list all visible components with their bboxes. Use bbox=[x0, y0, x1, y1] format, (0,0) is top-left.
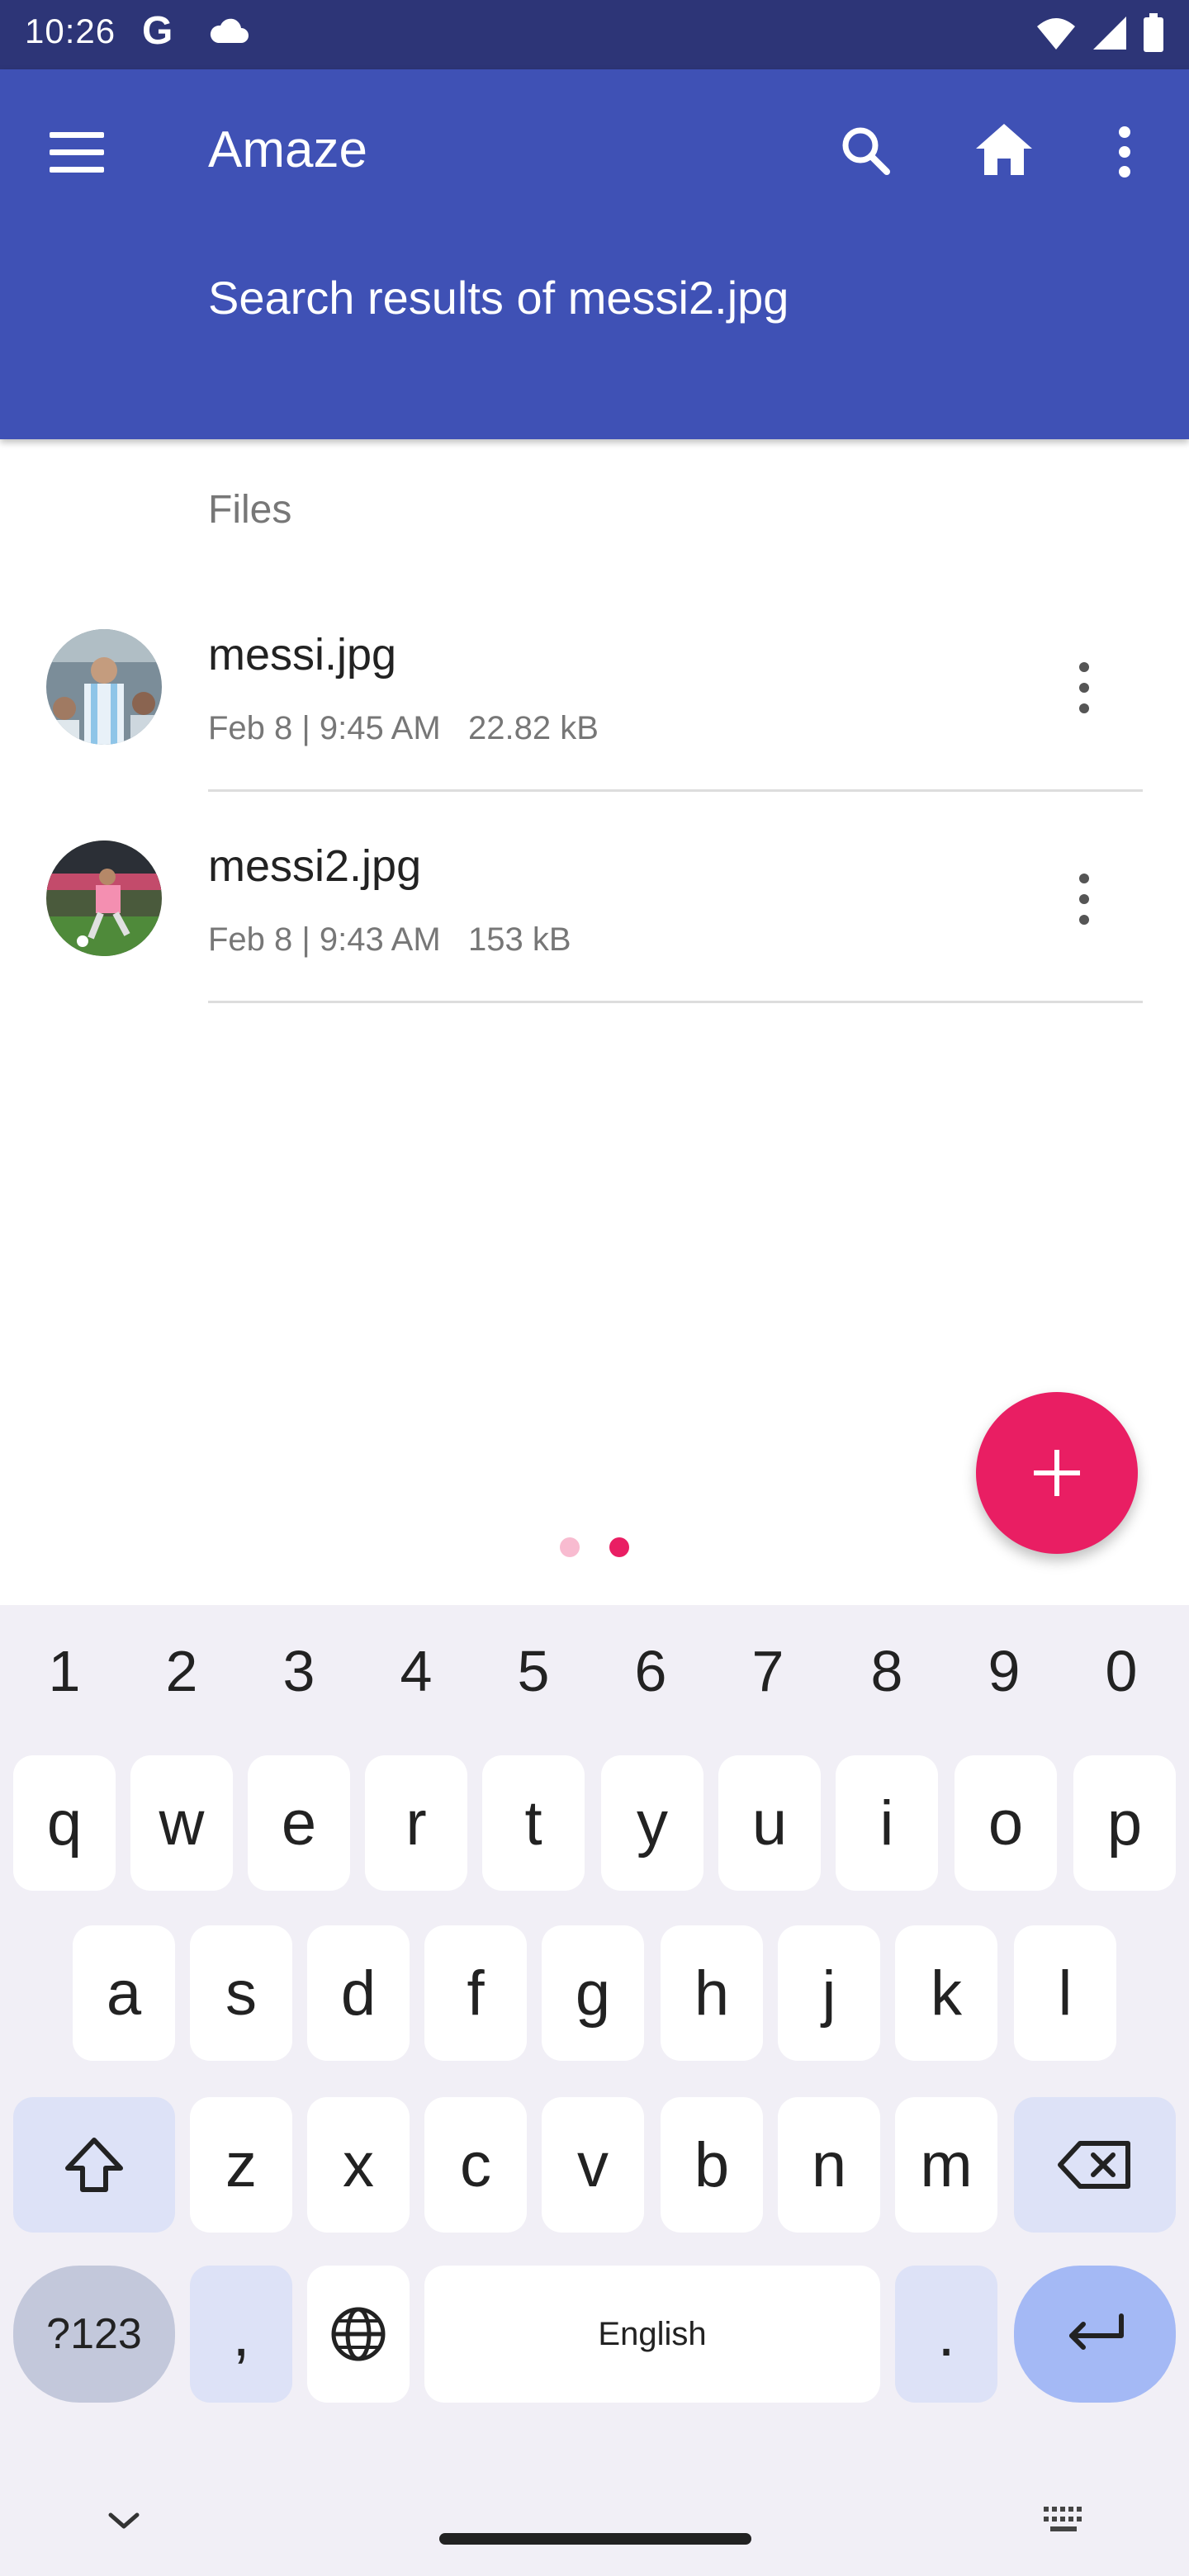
key-2[interactable]: 2 bbox=[140, 1638, 223, 1704]
file-thumbnail bbox=[46, 841, 162, 956]
menu-icon[interactable] bbox=[50, 132, 107, 182]
cloud-icon bbox=[210, 18, 249, 43]
key-b[interactable]: b bbox=[661, 2097, 763, 2233]
number-row: 1 2 3 4 5 6 7 8 9 0 bbox=[0, 1638, 1189, 1704]
backspace-key[interactable] bbox=[1014, 2097, 1176, 2233]
divider bbox=[208, 1001, 1143, 1003]
search-results-title: Search results of messi2.jpg bbox=[208, 272, 789, 324]
page-indicator-dot-active bbox=[609, 1537, 629, 1557]
key-f[interactable]: f bbox=[424, 1925, 527, 2061]
file-date: Feb 8 | 9:43 AM bbox=[208, 921, 441, 958]
enter-icon bbox=[1069, 2313, 1124, 2350]
comma-key[interactable]: , bbox=[190, 2266, 292, 2403]
file-name: messi.jpg bbox=[208, 630, 397, 680]
app-bar: Amaze Search results of messi2.jpg bbox=[0, 69, 1189, 439]
key-p[interactable]: p bbox=[1073, 1755, 1176, 1891]
file-thumbnail bbox=[46, 629, 162, 745]
key-i[interactable]: i bbox=[836, 1755, 938, 1891]
key-s[interactable]: s bbox=[190, 1925, 292, 2061]
period-key[interactable]: . bbox=[895, 2266, 997, 2403]
key-d[interactable]: d bbox=[307, 1925, 410, 2061]
key-z[interactable]: z bbox=[190, 2097, 292, 2233]
file-date: Feb 8 | 9:45 AM bbox=[208, 710, 441, 746]
key-8[interactable]: 8 bbox=[846, 1638, 928, 1704]
key-7[interactable]: 7 bbox=[727, 1638, 809, 1704]
status-bar: 10:26 G bbox=[0, 0, 1189, 69]
key-3[interactable]: 3 bbox=[258, 1638, 340, 1704]
shift-icon bbox=[65, 2138, 123, 2192]
key-1[interactable]: 1 bbox=[23, 1638, 106, 1704]
file-row[interactable]: messi2.jpg Feb 8 | 9:43 AM 153 kB bbox=[0, 841, 1189, 1052]
battery-icon bbox=[1144, 13, 1163, 52]
home-icon[interactable] bbox=[971, 117, 1037, 183]
keyboard: 1 2 3 4 5 6 7 8 9 0 q w e r t y u i o p … bbox=[0, 1605, 1189, 2576]
divider bbox=[208, 789, 1143, 792]
file-size: 153 kB bbox=[468, 921, 571, 958]
key-g[interactable]: g bbox=[542, 1925, 644, 2061]
key-0[interactable]: 0 bbox=[1080, 1638, 1163, 1704]
file-meta: Feb 8 | 9:43 AM 153 kB bbox=[208, 921, 571, 959]
backspace-icon bbox=[1058, 2141, 1130, 2189]
hide-keyboard-chevron-down-icon[interactable] bbox=[106, 2508, 142, 2533]
key-q[interactable]: q bbox=[13, 1755, 116, 1891]
search-icon[interactable] bbox=[834, 119, 900, 185]
symbols-key[interactable]: ?123 bbox=[13, 2266, 175, 2403]
key-4[interactable]: 4 bbox=[375, 1638, 457, 1704]
key-h[interactable]: h bbox=[661, 1925, 763, 2061]
gesture-nav-handle[interactable] bbox=[439, 2533, 751, 2545]
enter-key[interactable] bbox=[1014, 2266, 1176, 2403]
key-o[interactable]: o bbox=[955, 1755, 1057, 1891]
key-t[interactable]: t bbox=[482, 1755, 585, 1891]
section-header-files: Files bbox=[208, 488, 292, 532]
key-e[interactable]: e bbox=[248, 1755, 350, 1891]
key-x[interactable]: x bbox=[307, 2097, 410, 2233]
key-6[interactable]: 6 bbox=[609, 1638, 692, 1704]
file-row[interactable]: messi.jpg Feb 8 | 9:45 AM 22.82 kB bbox=[0, 629, 1189, 841]
key-k[interactable]: k bbox=[895, 1925, 997, 2061]
key-r[interactable]: r bbox=[365, 1755, 467, 1891]
file-size: 22.82 kB bbox=[468, 710, 599, 746]
signal-icon bbox=[1093, 17, 1126, 50]
key-9[interactable]: 9 bbox=[963, 1638, 1045, 1704]
key-c[interactable]: c bbox=[424, 2097, 527, 2233]
key-m[interactable]: m bbox=[895, 2097, 997, 2233]
key-j[interactable]: j bbox=[778, 1925, 880, 2061]
key-n[interactable]: n bbox=[778, 2097, 880, 2233]
shift-key[interactable] bbox=[13, 2097, 175, 2233]
key-w[interactable]: w bbox=[130, 1755, 233, 1891]
space-key[interactable]: English bbox=[424, 2266, 880, 2403]
key-5[interactable]: 5 bbox=[492, 1638, 575, 1704]
file-meta: Feb 8 | 9:45 AM 22.82 kB bbox=[208, 710, 599, 747]
key-v[interactable]: v bbox=[542, 2097, 644, 2233]
add-fab-button[interactable] bbox=[976, 1392, 1138, 1554]
key-u[interactable]: u bbox=[718, 1755, 821, 1891]
status-time: 10:26 bbox=[25, 12, 116, 50]
key-l[interactable]: l bbox=[1014, 1925, 1116, 2061]
file-name: messi2.jpg bbox=[208, 841, 422, 891]
globe-icon bbox=[331, 2307, 386, 2361]
app-title: Amaze bbox=[208, 121, 367, 178]
language-key[interactable] bbox=[307, 2266, 410, 2403]
page-indicator-dot bbox=[560, 1537, 580, 1557]
key-a[interactable]: a bbox=[73, 1925, 175, 2061]
keyboard-switch-icon[interactable] bbox=[1042, 2505, 1088, 2535]
google-icon: G bbox=[142, 9, 173, 53]
file-more-icon[interactable] bbox=[1073, 659, 1095, 717]
key-y[interactable]: y bbox=[601, 1755, 703, 1891]
more-vert-icon[interactable] bbox=[1106, 119, 1143, 185]
file-more-icon[interactable] bbox=[1073, 870, 1095, 928]
wifi-icon bbox=[1037, 18, 1075, 50]
